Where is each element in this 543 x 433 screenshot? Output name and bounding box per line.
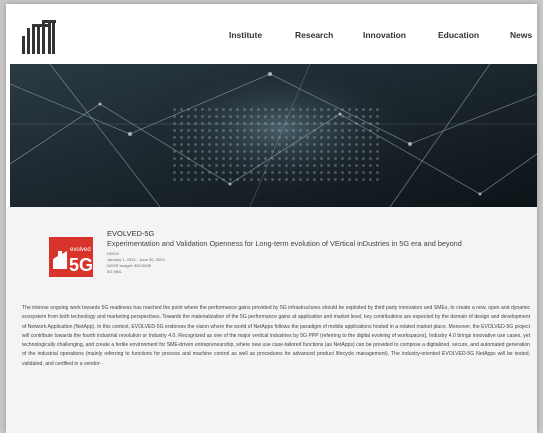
- nav-item-institute[interactable]: Institute: [229, 30, 262, 40]
- network-circuit-banner: [10, 64, 537, 207]
- project-description: The intense ongoing work towards 5G read…: [22, 305, 530, 367]
- site-header: Institute Research Innovation Education …: [6, 4, 537, 64]
- evolved-5g-badge: evolved 5G: [49, 237, 93, 277]
- project-content: evolved 5G EVOLVED-5G Experimentation an…: [6, 207, 537, 433]
- project-subtitle: Experimentation and Validation Openness …: [107, 239, 462, 248]
- project-lab: 5G MNL: [107, 269, 122, 274]
- badge-small-text: evolved: [70, 247, 91, 253]
- page: Institute Research Innovation Education …: [6, 4, 537, 433]
- project-programme: H2020: [107, 251, 119, 256]
- main-nav: Institute Research Innovation Education …: [6, 30, 537, 44]
- nav-item-news[interactable]: News: [510, 30, 532, 40]
- nav-item-innovation[interactable]: Innovation: [363, 30, 406, 40]
- project-title: EVOLVED-5G: [107, 229, 155, 238]
- badge-5g-text: 5G: [69, 255, 93, 275]
- project-dates: January 1, 2021 - June 30, 2023: [107, 257, 165, 262]
- nav-item-research[interactable]: Research: [295, 30, 333, 40]
- project-budget: NGSR budget: 852.000€: [107, 263, 151, 268]
- hero-banner: [10, 64, 537, 207]
- nav-item-education[interactable]: Education: [438, 30, 479, 40]
